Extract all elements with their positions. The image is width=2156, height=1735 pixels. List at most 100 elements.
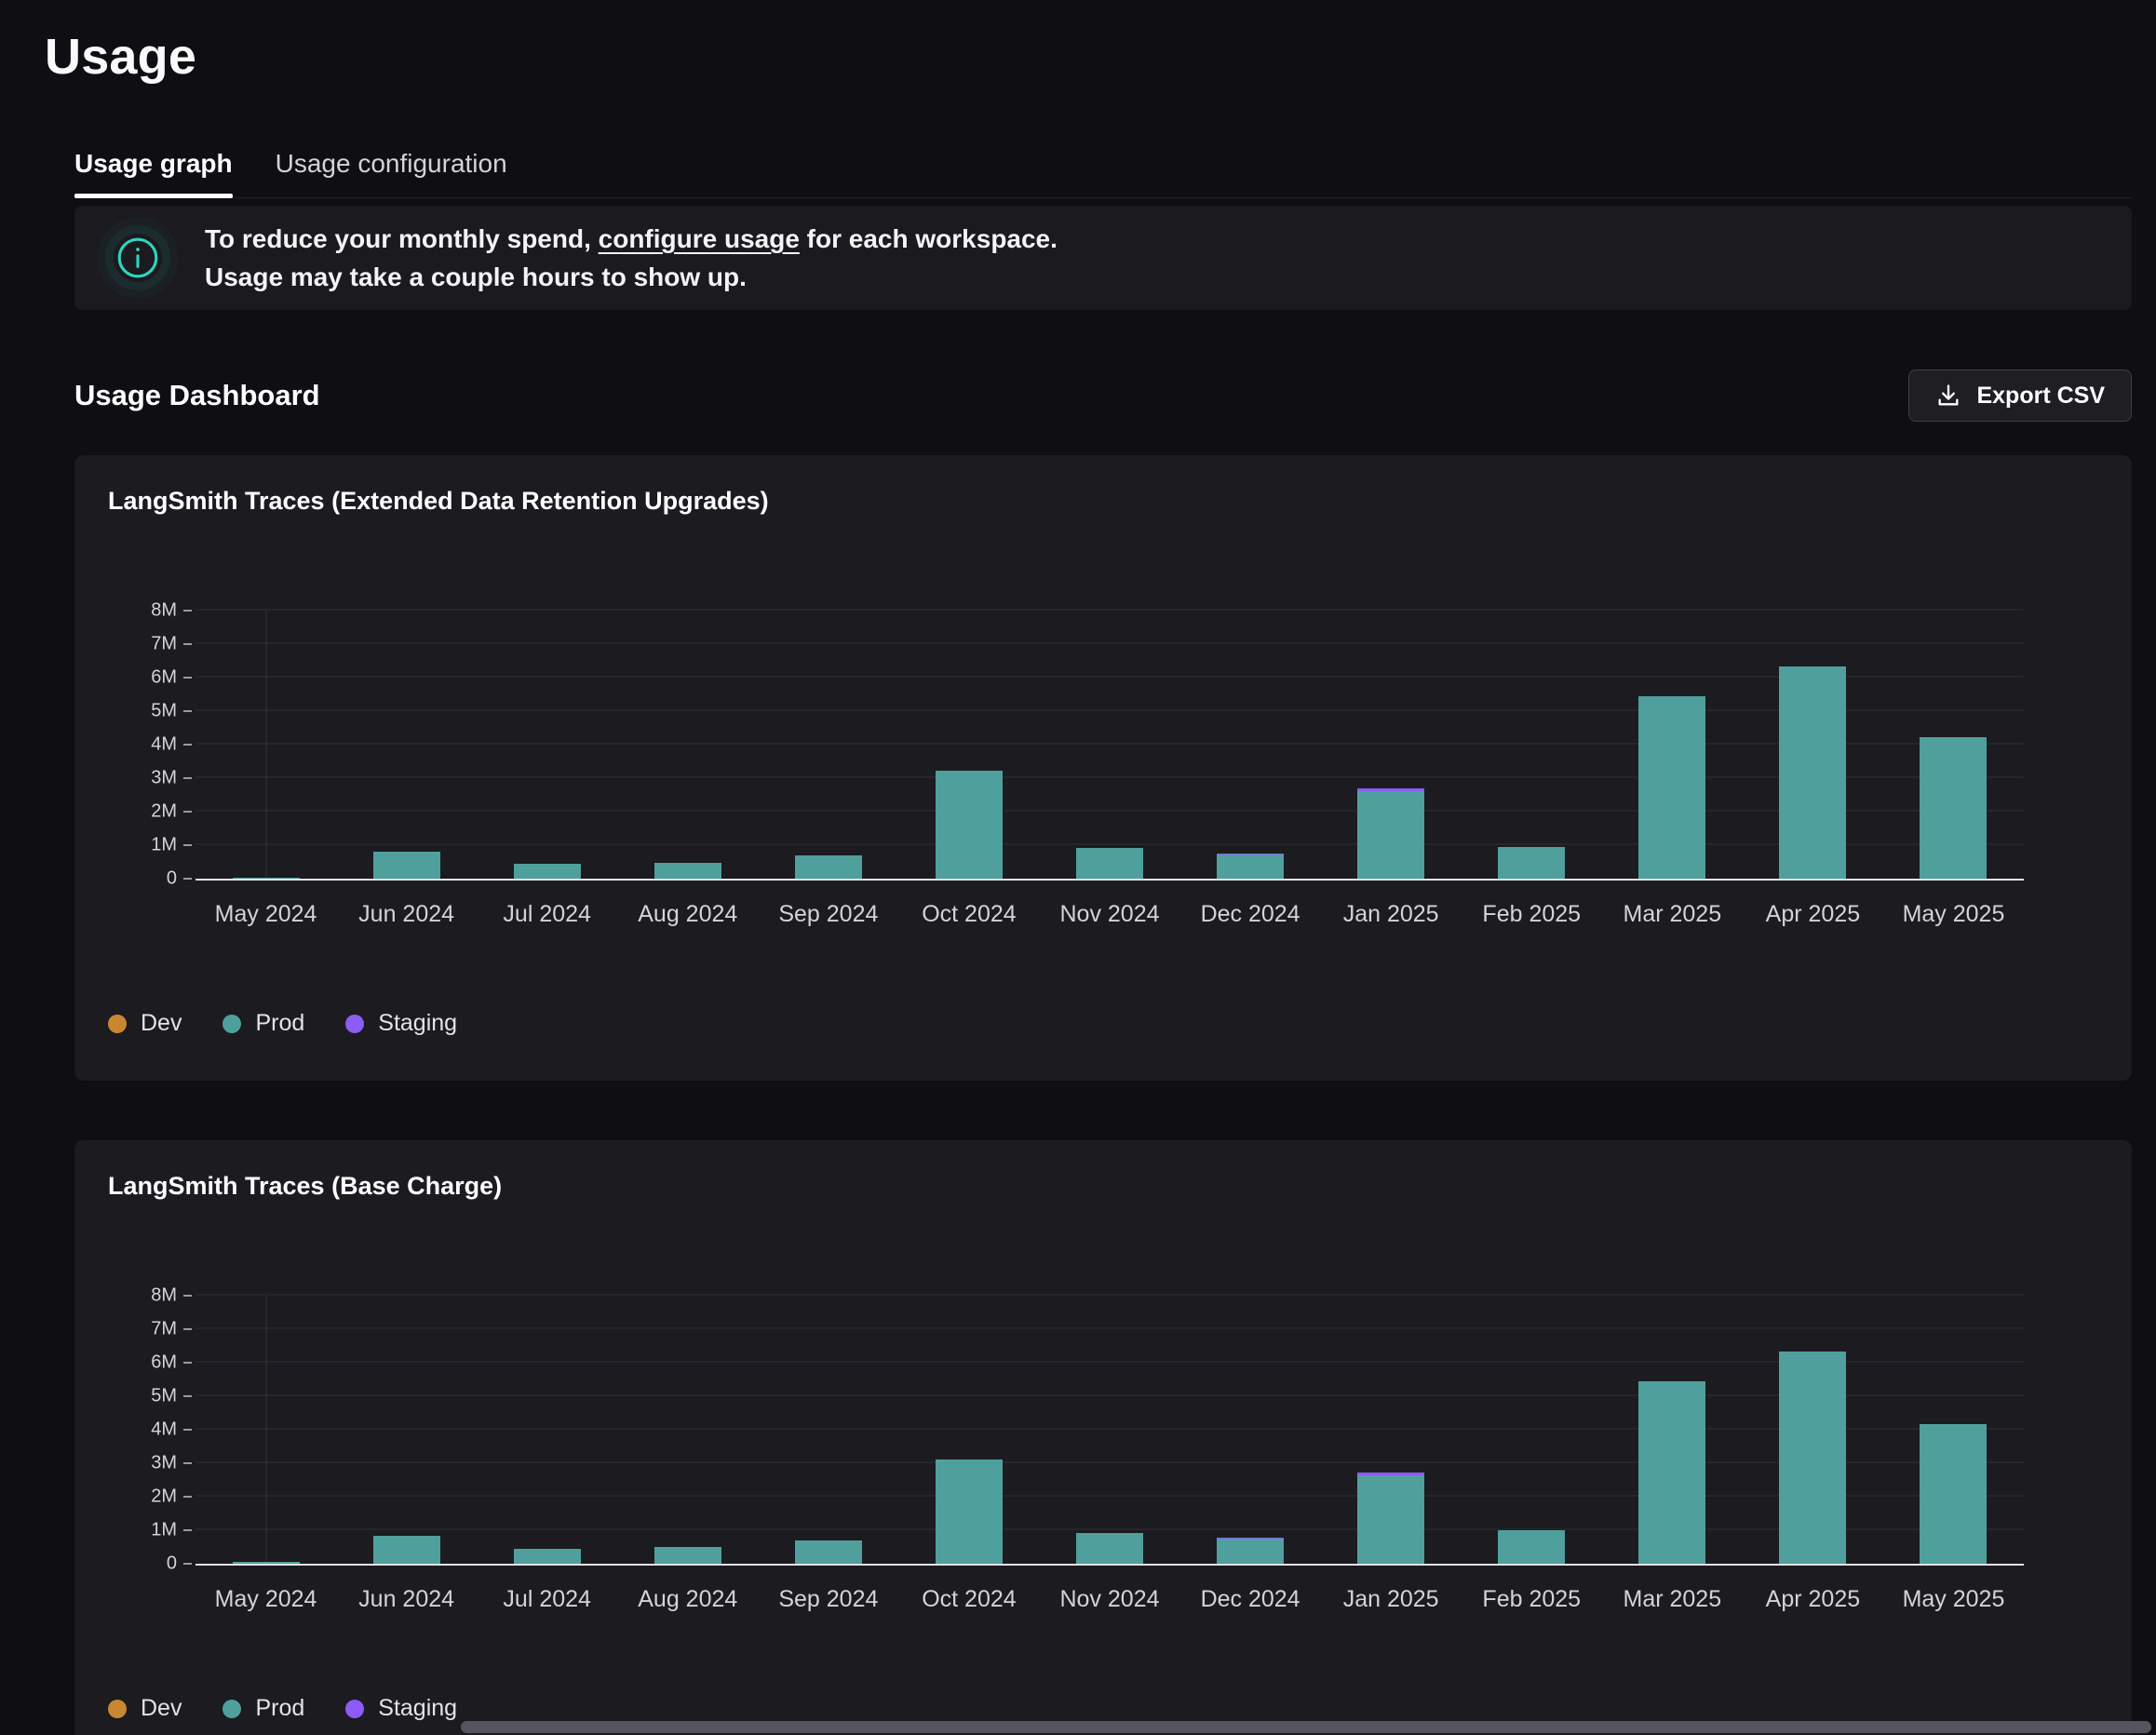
y-axis-label: 4M (151, 734, 177, 756)
configure-usage-link[interactable]: configure usage (599, 224, 800, 253)
bar-sep-2024[interactable] (795, 855, 862, 879)
y-axis-tick (183, 1328, 192, 1330)
bar-segment-prod[interactable] (1498, 1530, 1565, 1564)
y-axis-label: 5M (151, 701, 177, 722)
bar-segment-prod[interactable] (1638, 1381, 1705, 1564)
legend-dot (108, 1015, 127, 1033)
chart-card-base-charge: LangSmith Traces (Base Charge) 01M2M3M4M… (74, 1140, 2132, 1735)
bar-column (1321, 611, 1462, 879)
bar-aug-2024[interactable] (654, 863, 721, 879)
legend-dot (222, 1700, 241, 1718)
bar-segment-prod[interactable] (1076, 1533, 1143, 1564)
bar-feb-2025[interactable] (1498, 1530, 1565, 1564)
bar-segment-prod[interactable] (1357, 1475, 1424, 1564)
legend-item-staging[interactable]: Staging (345, 1010, 457, 1037)
bar-segment-prod[interactable] (1076, 848, 1143, 879)
bar-segment-prod[interactable] (1217, 1539, 1284, 1564)
y-axis-tick (183, 1563, 192, 1565)
legend-label: Prod (255, 1010, 304, 1037)
bar-jan-2025[interactable] (1357, 1473, 1424, 1564)
export-csv-button[interactable]: Export CSV (1908, 370, 2132, 422)
bar-segment-prod[interactable] (936, 1459, 1003, 1564)
bar-column (1743, 611, 1883, 879)
x-axis-label: May 2024 (195, 901, 336, 928)
page-title: Usage (45, 28, 2156, 86)
bar-may-2025[interactable] (1920, 1424, 1987, 1564)
chart-title: LangSmith Traces (Extended Data Retentio… (108, 487, 2098, 516)
y-axis-label: 2M (151, 801, 177, 823)
bar-jan-2025[interactable] (1357, 788, 1424, 879)
bar-may-2025[interactable] (1920, 737, 1987, 879)
bar-feb-2025[interactable] (1498, 847, 1565, 879)
bar-column (1602, 611, 1743, 879)
bar-nov-2024[interactable] (1076, 848, 1143, 879)
y-axis-tick (183, 610, 192, 612)
bar-dec-2024[interactable] (1217, 854, 1284, 879)
bar-columns (195, 611, 2024, 879)
bar-may-2024[interactable] (233, 1562, 300, 1564)
bar-segment-prod[interactable] (1920, 737, 1987, 879)
bar-segment-prod[interactable] (1217, 854, 1284, 879)
legend-label: Dev (141, 1695, 182, 1722)
bar-mar-2025[interactable] (1638, 1381, 1705, 1564)
y-axis-label: 6M (151, 1352, 177, 1374)
bar-oct-2024[interactable] (936, 771, 1003, 879)
legend-item-dev[interactable]: Dev (108, 1695, 182, 1722)
bar-jul-2024[interactable] (514, 1549, 581, 1564)
legend-item-prod[interactable]: Prod (222, 1010, 304, 1037)
bar-jun-2024[interactable] (373, 852, 440, 879)
bar-nov-2024[interactable] (1076, 1533, 1143, 1564)
bar-column (195, 611, 336, 879)
bar-segment-prod[interactable] (1779, 666, 1846, 879)
y-axis-tick (183, 1362, 192, 1364)
bar-segment-prod[interactable] (1357, 791, 1424, 879)
bar-column (898, 611, 1039, 879)
y-axis-label: 8M (151, 600, 177, 622)
legend-item-prod[interactable]: Prod (222, 1695, 304, 1722)
bar-segment-prod[interactable] (514, 864, 581, 879)
legend-dot (345, 1015, 364, 1033)
bar-aug-2024[interactable] (654, 1547, 721, 1564)
legend-item-dev[interactable]: Dev (108, 1010, 182, 1037)
bar-column (1321, 1296, 1462, 1564)
bar-segment-prod[interactable] (936, 771, 1003, 879)
bar-segment-prod[interactable] (233, 878, 300, 879)
bar-mar-2025[interactable] (1638, 696, 1705, 879)
bar-segment-prod[interactable] (795, 855, 862, 879)
bar-segment-prod[interactable] (1498, 847, 1565, 879)
bar-sep-2024[interactable] (795, 1540, 862, 1564)
info-icon (114, 234, 162, 282)
y-axis-tick (183, 811, 192, 813)
tab-usage-graph[interactable]: Usage graph (74, 149, 233, 197)
bar-segment-prod[interactable] (654, 1547, 721, 1564)
bar-oct-2024[interactable] (936, 1459, 1003, 1564)
bar-segment-prod[interactable] (373, 852, 440, 879)
bar-segment-prod[interactable] (233, 1562, 300, 1564)
bar-jul-2024[interactable] (514, 864, 581, 879)
legend-dot (108, 1700, 127, 1718)
bar-dec-2024[interactable] (1217, 1538, 1284, 1564)
bar-column (1883, 1296, 2024, 1564)
bar-segment-prod[interactable] (1638, 696, 1705, 879)
bar-apr-2025[interactable] (1779, 1352, 1846, 1564)
bar-segment-prod[interactable] (1920, 1424, 1987, 1564)
bar-may-2024[interactable] (233, 878, 300, 879)
bar-apr-2025[interactable] (1779, 666, 1846, 879)
bar-chart-plot: 01M2M3M4M5M6M7M8M (195, 1296, 2024, 1566)
y-axis-tick (183, 1429, 192, 1431)
bar-chart: 01M2M3M4M5M6M7M8M (195, 1296, 2024, 1566)
bar-segment-prod[interactable] (1779, 1352, 1846, 1564)
y-axis-tick (183, 677, 192, 679)
bar-jun-2024[interactable] (373, 1536, 440, 1564)
bar-segment-prod[interactable] (373, 1536, 440, 1564)
bar-segment-prod[interactable] (514, 1549, 581, 1564)
bar-column (758, 611, 898, 879)
bar-segment-prod[interactable] (654, 863, 721, 879)
x-axis-label: Nov 2024 (1039, 901, 1179, 928)
tab-usage-configuration[interactable]: Usage configuration (276, 149, 507, 197)
bar-segment-prod[interactable] (795, 1540, 862, 1564)
scrollbar-horizontal[interactable] (461, 1721, 2151, 1733)
legend-item-staging[interactable]: Staging (345, 1695, 457, 1722)
x-axis-label: May 2024 (195, 1586, 336, 1613)
y-axis-tick (183, 844, 192, 846)
